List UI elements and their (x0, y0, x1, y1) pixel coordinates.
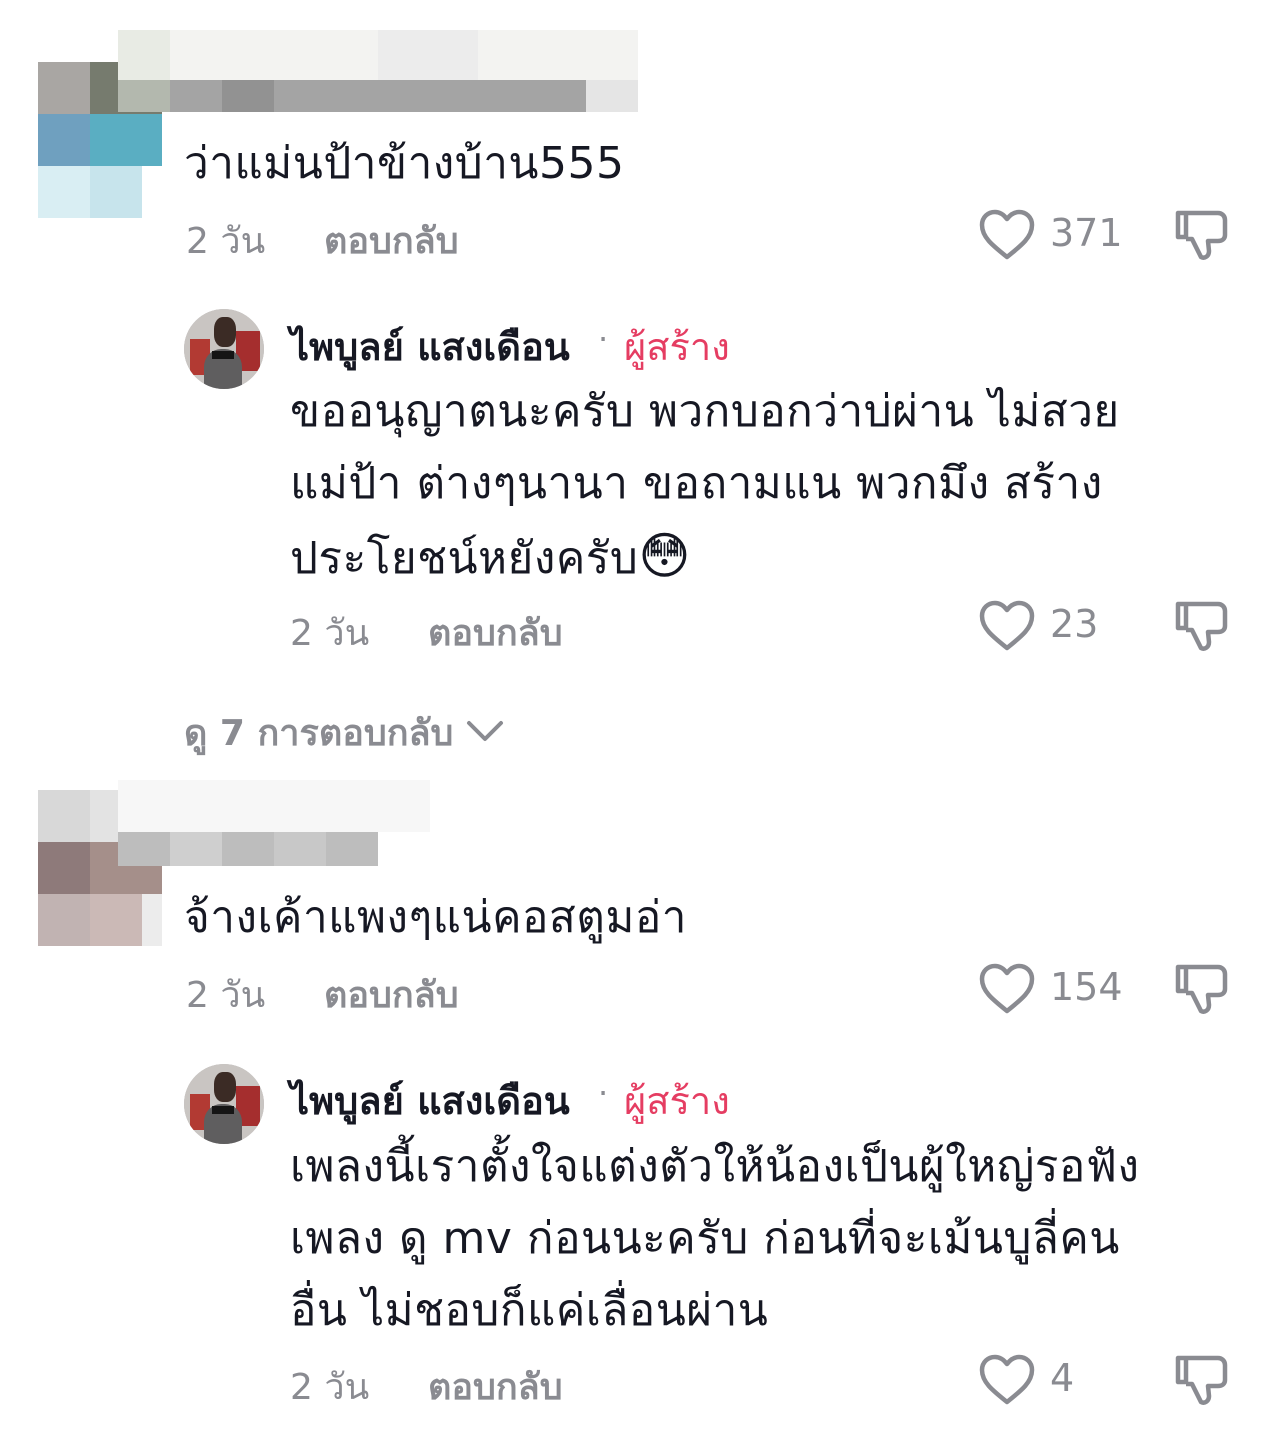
heart-icon[interactable] (978, 963, 1036, 1015)
comment-time: 2 วัน (186, 221, 266, 262)
like-count: 4 (1050, 1356, 1075, 1400)
thumbs-down-icon[interactable] (1174, 961, 1230, 1017)
flushed-face-emoji: 😳 (638, 527, 691, 585)
view-replies-button[interactable]: ดู 7 การตอบกลับ (184, 704, 505, 761)
reply-author[interactable]: ไพบูลย์ แสงเดือน (290, 1070, 570, 1131)
comment-text: จ้างเค้าแพงๆแน่คอสตูมอ่า (184, 892, 687, 943)
separator-dot: · (598, 1074, 609, 1112)
separator-dot: · (598, 320, 609, 358)
reply-text: เพลงนี้เราตั้งใจแต่งตัวให้น้องเป็นผู้ใหญ… (290, 1131, 1270, 1347)
like-count: 23 (1050, 602, 1099, 646)
reply-button[interactable]: ตอบกลับ (324, 966, 459, 1023)
reply-text-line: เพลง ดู mv ก่อนนะครับ ก่อนที่จะเม้นบูลี่… (290, 1213, 1120, 1264)
creator-badge: ผู้สร้าง (624, 325, 730, 369)
like-count: 154 (1050, 965, 1123, 1009)
reply-text-line-content: ประโยชน์หยังครับ (290, 533, 639, 584)
chevron-down-icon (465, 717, 505, 749)
heart-icon[interactable] (978, 1354, 1036, 1406)
reply-time: 2 วัน (290, 613, 370, 654)
username-blurred[interactable] (118, 30, 638, 112)
reply-button[interactable]: ตอบกลับ (428, 604, 563, 661)
reply-text: ขออนุญาตนะครับ พวกบอกว่าบ่ผ่าน ไม่สวย แม… (290, 376, 1250, 595)
reply-text-line: เพลงนี้เราตั้งใจแต่งตัวให้น้องเป็นผู้ใหญ… (290, 1141, 1140, 1192)
reply-button[interactable]: ตอบกลับ (324, 212, 459, 269)
thumbs-down-icon[interactable] (1174, 1352, 1230, 1408)
thumbs-down-icon[interactable] (1174, 598, 1230, 654)
reply-author[interactable]: ไพบูลย์ แสงเดือน (290, 316, 570, 377)
like-count: 371 (1050, 211, 1123, 255)
reply-time: 2 วัน (290, 1367, 370, 1408)
reply-text-line: ขออนุญาตนะครับ พวกบอกว่าบ่ผ่าน ไม่สวย (290, 386, 1120, 437)
reply-button[interactable]: ตอบกลับ (428, 1358, 563, 1415)
reply-text-line: อื่น ไม่ชอบก็แค่เลื่อนผ่าน (290, 1285, 769, 1336)
avatar[interactable] (184, 309, 264, 389)
username-blurred[interactable] (118, 780, 430, 866)
creator-badge: ผู้สร้าง (624, 1079, 730, 1123)
heart-icon[interactable] (978, 600, 1036, 652)
reply-text-line: ประโยชน์หยังครับ😳 (290, 520, 1250, 595)
comment-time: 2 วัน (186, 975, 266, 1016)
heart-icon[interactable] (978, 209, 1036, 261)
avatar[interactable] (184, 1064, 264, 1144)
thumbs-down-icon[interactable] (1174, 207, 1230, 263)
view-replies-label: ดู 7 การตอบกลับ (184, 713, 454, 754)
comment-text: ว่าแม่นป้าข้างบ้าน555 (184, 138, 625, 189)
reply-text-line: แม่ป้า ต่างๆนานา ขอถามแน พวกมึง สร้าง (290, 458, 1103, 509)
